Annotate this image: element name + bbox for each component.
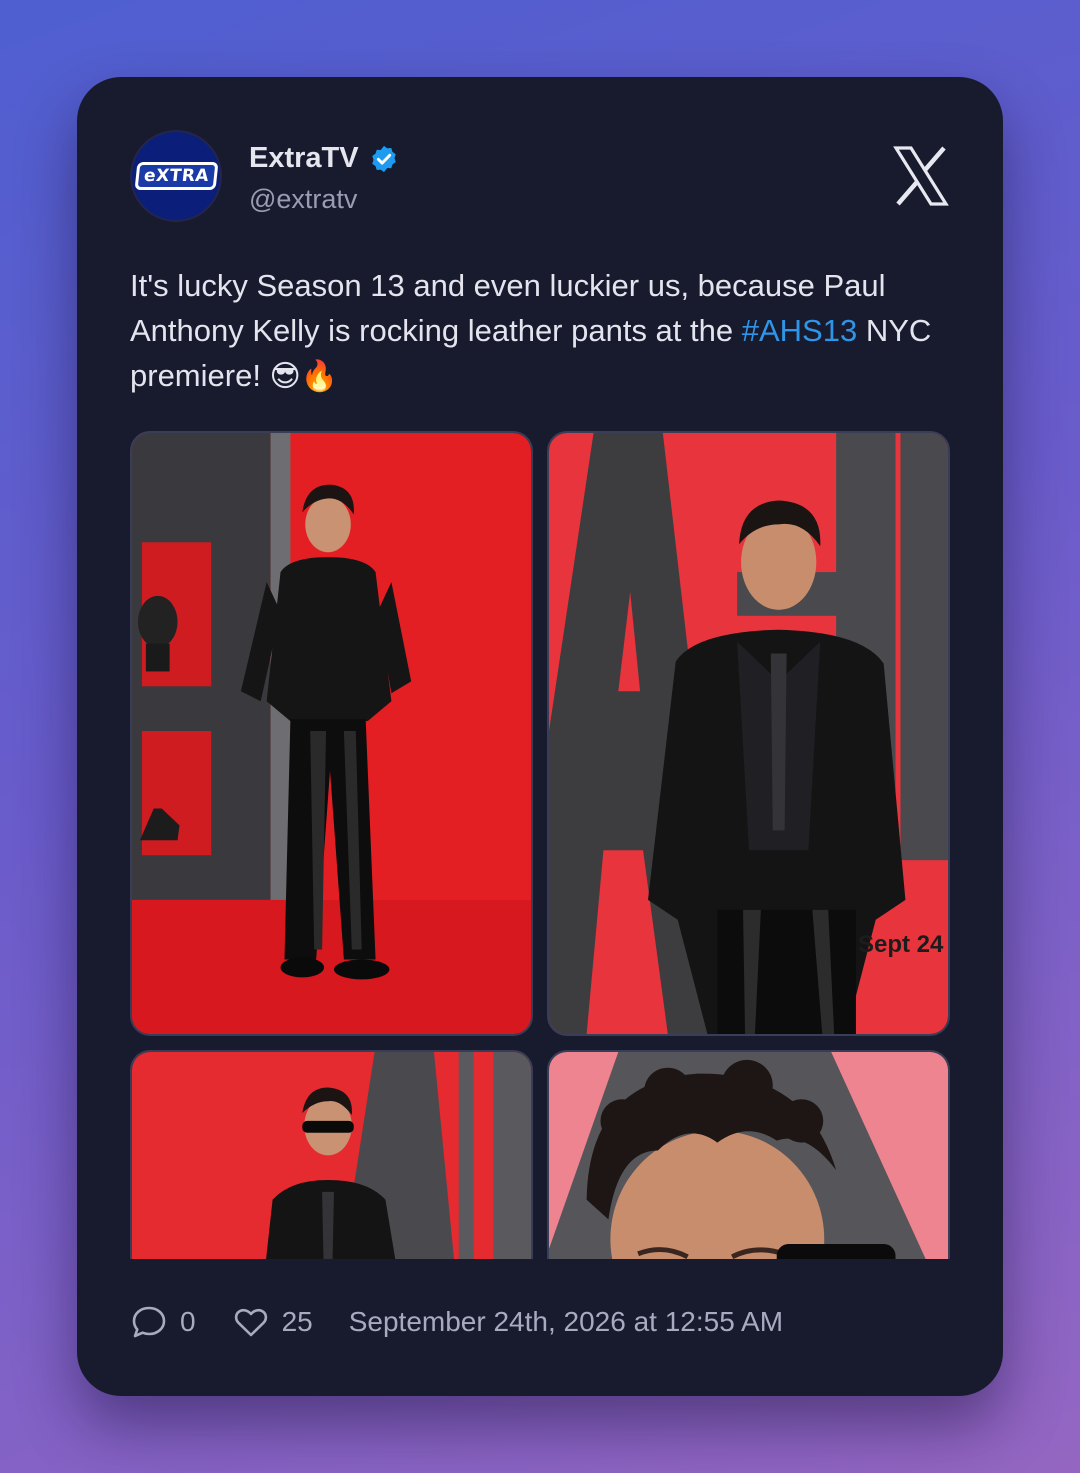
display-name[interactable]: ExtraTV (249, 142, 359, 175)
like-count: 25 (281, 1306, 313, 1337)
photo-1-image (132, 433, 531, 1034)
emoji-sunglasses-fire: 😎🔥 (269, 359, 339, 394)
photo-2-backdrop-text: Sept 24 (858, 931, 944, 958)
avatar-logo-text: eXTRA (134, 162, 218, 190)
photo-4-image (549, 1052, 948, 1259)
photo-3[interactable] (130, 1050, 533, 1259)
display-name-row[interactable]: ExtraTV (249, 142, 399, 175)
photo-3-image (132, 1052, 531, 1259)
photo-1[interactable] (130, 431, 533, 1036)
tweet-timestamp[interactable]: September 24th, 2026 at 12:55 AM (349, 1306, 783, 1338)
media-grid: Sept 24 (130, 431, 950, 1259)
hashtag-link[interactable]: #AHS13 (742, 313, 857, 348)
verified-badge-icon (371, 145, 396, 172)
reply-button[interactable]: 0 (130, 1303, 196, 1341)
x-logo-icon[interactable] (892, 146, 950, 206)
tweet-card: eXTRA ExtraTV @extratv It's lucky Season… (77, 77, 1003, 1396)
heart-icon (234, 1308, 267, 1337)
tweet-text: It's lucky Season 13 and even luckier us… (130, 263, 960, 399)
tweet-footer: 0 25 September 24th, 2026 at 12:55 AM (130, 1302, 783, 1342)
photo-4[interactable] (547, 1050, 950, 1259)
like-button[interactable]: 25 (232, 1303, 313, 1341)
reply-count: 0 (180, 1306, 196, 1337)
user-handle[interactable]: @extratv (249, 184, 357, 215)
avatar[interactable]: eXTRA (130, 130, 222, 222)
speech-bubble-icon (132, 1306, 166, 1338)
photo-2[interactable]: Sept 24 (547, 431, 950, 1036)
